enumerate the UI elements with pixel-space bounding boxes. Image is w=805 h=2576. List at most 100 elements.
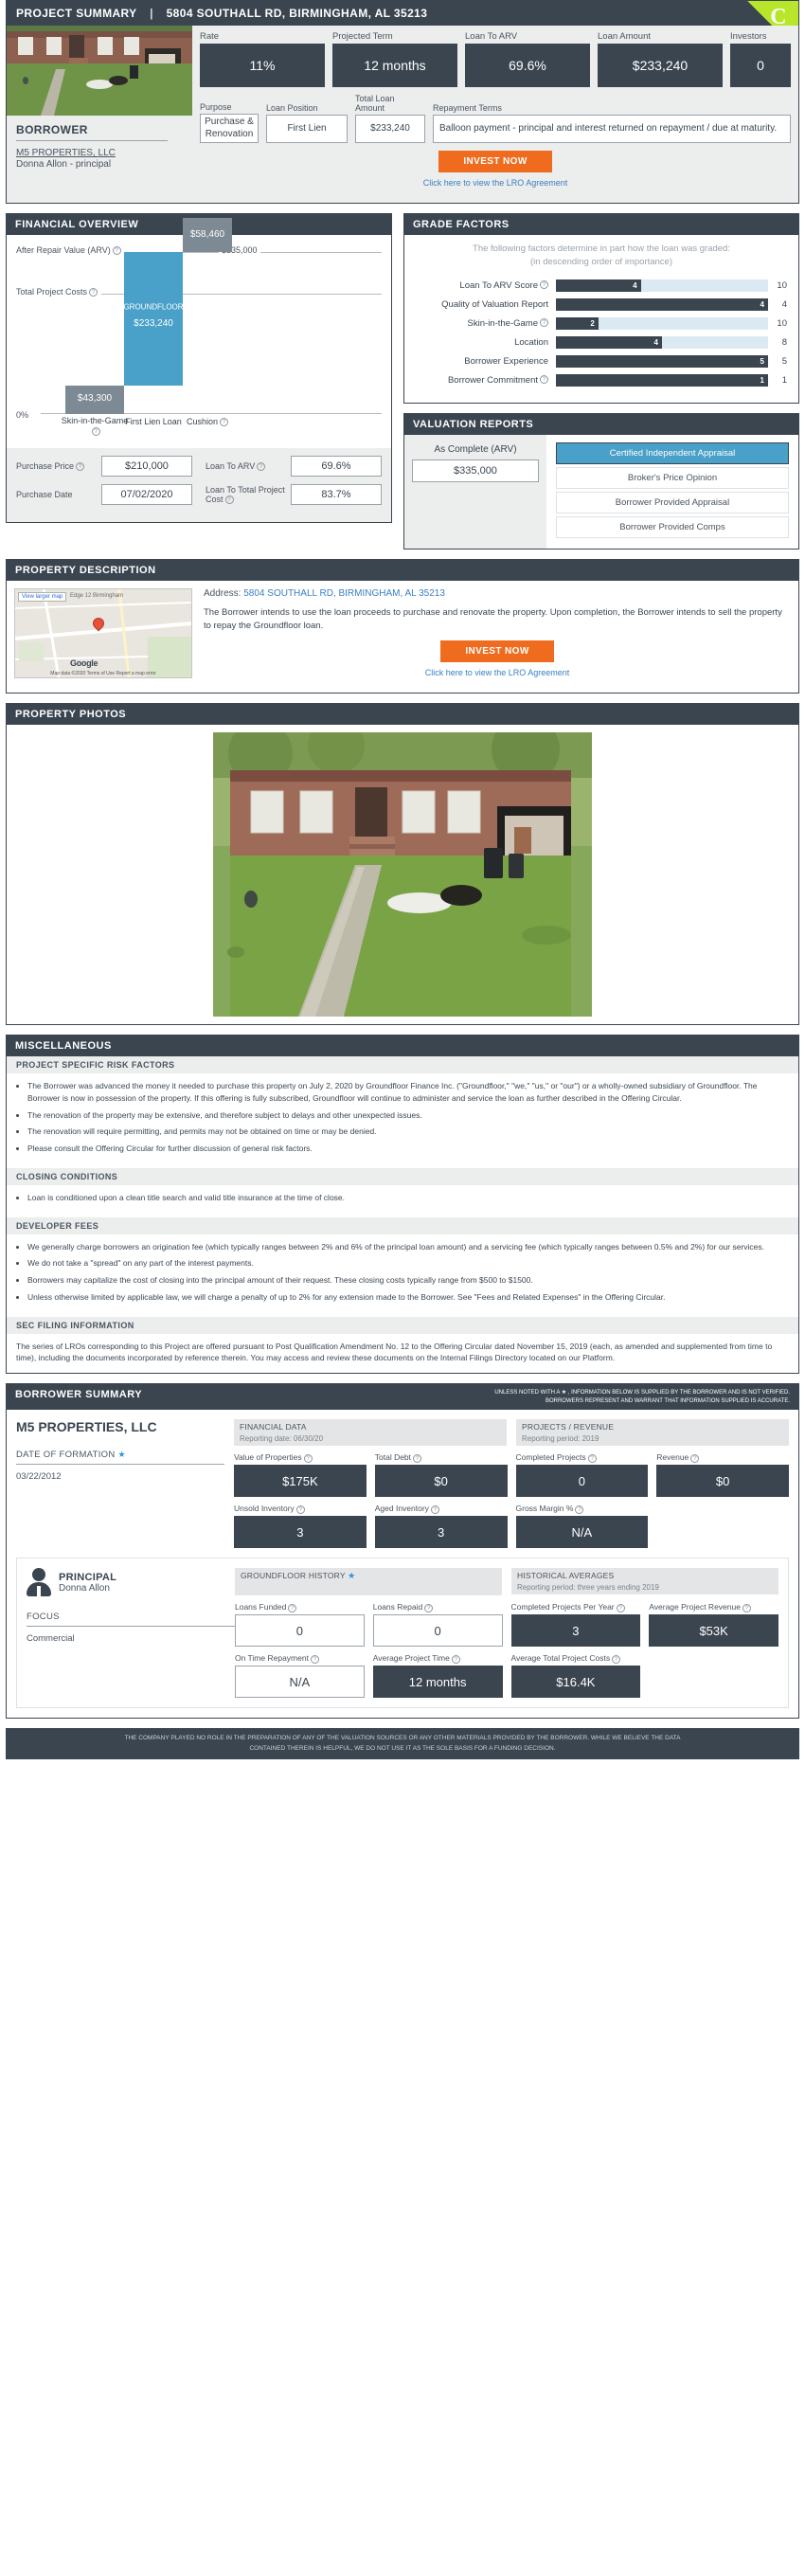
loan-to-arv-label-text: Loan To ARV <box>206 460 256 471</box>
tile-label-text: Loans Repaid <box>372 1602 423 1612</box>
tile-value: 12 months <box>372 1666 503 1699</box>
help-icon-average-project-revenue[interactable]: ? <box>742 1603 751 1612</box>
tile-label: Loans Repaid? <box>373 1602 503 1612</box>
borrower-summary-body: M5 PROPERTIES, LLC DATE OF FORMATION ★ 0… <box>7 1410 798 1558</box>
principal-metrics-block: GROUNDFLOOR HISTORY ★ HISTORICAL AVERAGE… <box>235 1568 778 1699</box>
field-purchase-date-value: 07/02/2020 <box>101 484 192 505</box>
help-icon-tpc[interactable]: ? <box>89 288 98 297</box>
focus-value: Commercial <box>27 1633 75 1645</box>
help-icon-grade-0[interactable]: ? <box>540 280 548 290</box>
location-map[interactable]: View larger map Edge 12 Birmingham Googl… <box>14 587 192 678</box>
borrower-company-block: M5 PROPERTIES, LLC DATE OF FORMATION ★ 0… <box>16 1419 234 1548</box>
list-item: We generally charge borrowers an origina… <box>27 1241 789 1253</box>
grade-bar-track: 4 <box>556 297 768 311</box>
lro-agreement-link-summary[interactable]: Click here to view the LRO Agreement <box>200 178 791 188</box>
tile-completed-projects: Completed Projects? 0 <box>515 1452 649 1498</box>
grade-row-label: Borrower Experience <box>464 355 548 367</box>
loan-to-total-cost-label-text: Loan To Total Project Cost <box>206 484 285 504</box>
groundfloor-history-sub <box>235 1584 502 1596</box>
help-icon-loan-to-arv[interactable]: ? <box>257 461 266 471</box>
tile-value: $175K <box>234 1465 367 1498</box>
help-icon-on-time-repayment[interactable]: ? <box>310 1654 319 1664</box>
help-icon-purchase-price[interactable]: ? <box>76 461 85 471</box>
help-icon-average-project-time[interactable]: ? <box>451 1654 460 1664</box>
stat-investors-label: Investors <box>730 31 767 42</box>
help-icon-completed-projects-per-year[interactable]: ? <box>616 1603 625 1612</box>
help-icon-arv[interactable]: ? <box>112 246 121 256</box>
valuation-option-borrower-provided-comps[interactable]: Borrower Provided Comps <box>556 515 789 538</box>
verified-star-icon: ★ <box>117 1450 126 1460</box>
misc-heading-project-specific-risk-factors: PROJECT SPECIFIC RISK FACTORS <box>7 1056 798 1073</box>
tpc-reference-label: Total Project Costs? <box>16 287 102 297</box>
misc-heading-closing-conditions: CLOSING CONDITIONS <box>7 1167 798 1185</box>
grade-bar-max: 10 <box>777 317 787 329</box>
property-photo-main[interactable] <box>213 715 592 1017</box>
tile-label: Value of Properties? <box>234 1452 367 1463</box>
axis-label-cushion: Cushion? <box>179 417 236 427</box>
field-purpose-label: Purpose <box>200 102 232 112</box>
property-thumbnail-photo <box>7 26 192 116</box>
help-icon-loan-to-total-cost[interactable]: ? <box>224 495 234 505</box>
valuation-option-certified-independent-appraisal[interactable]: Certified Independent Appraisal <box>556 441 789 464</box>
help-icon-gross-margin[interactable]: ? <box>575 1504 584 1514</box>
bar-skin-in-the-game-value: $43,300 <box>77 393 113 404</box>
field-purpose-value: Purchase & Renovation <box>200 114 259 143</box>
borrower-heading: BORROWER <box>16 123 88 136</box>
tile-value: N/A <box>515 1516 649 1549</box>
property-address-row: Address: 5804 SOUTHALL RD, BIRMINGHAM, A… <box>204 588 791 599</box>
title-separator: | <box>150 7 153 20</box>
field-repayment-terms-value: Balloon payment - principal and interest… <box>433 115 791 143</box>
tile-label-text: Loans Funded <box>235 1602 287 1612</box>
tile-loans-funded: Loans Funded? 0 <box>235 1602 365 1648</box>
property-address-link[interactable]: 5804 SOUTHALL RD, BIRMINGHAM, AL 35213 <box>243 588 445 599</box>
lro-agreement-link-description[interactable]: Click here to view the LRO Agreement <box>204 668 791 677</box>
help-icon-unsold-inventory[interactable]: ? <box>295 1504 305 1514</box>
help-icon-skin[interactable]: ? <box>91 427 100 437</box>
principal-info-block: PRINCIPAL Donna Allon FOCUS Commercial <box>27 1568 235 1698</box>
field-loan-to-arv-label: Loan To ARV? <box>206 461 285 471</box>
help-icon-grade-2[interactable]: ? <box>540 318 548 328</box>
grade-row-label: Borrower Commitment? <box>416 375 556 386</box>
tile-value: 0 <box>515 1465 649 1498</box>
valuation-option-brokers-price-opinion[interactable]: Broker's Price Opinion <box>556 466 789 489</box>
date-of-formation-label: DATE OF FORMATION ★ <box>16 1450 224 1460</box>
grade-bar-fill: 4 <box>556 279 641 292</box>
financial-data-heading: FINANCIAL DATA <box>234 1419 507 1435</box>
property-description-text: The Borrower intends to use the loan pro… <box>204 606 782 631</box>
help-icon-average-total-project-costs[interactable]: ? <box>612 1654 621 1664</box>
tile-total-debt: Total Debt? $0 <box>374 1452 508 1498</box>
bar-first-lien-brand: GROUNDFLOOR <box>123 302 184 312</box>
help-icon-aged-inventory[interactable]: ? <box>430 1504 439 1514</box>
field-loan-position: Loan Position First Lien <box>266 103 348 143</box>
tile-average-project-revenue: Average Project Revenue? $53K <box>649 1602 778 1648</box>
verified-star-icon: ★ <box>348 1571 356 1581</box>
bar-skin-in-the-game: $43,300 <box>65 386 124 414</box>
miscellaneous-header: MISCELLANEOUS <box>7 1036 798 1056</box>
help-icon-loans-repaid[interactable]: ? <box>424 1603 434 1612</box>
tile-label: Gross Margin %? <box>516 1504 649 1514</box>
borrower-summary-panel: BORROWER SUMMARY UNLESS NOTED WITH A ★ ,… <box>6 1383 799 1720</box>
property-address-label: Address: <box>204 587 242 599</box>
property-description-header: PROPERTY DESCRIPTION <box>7 559 798 581</box>
help-icon-value-of-properties[interactable]: ? <box>303 1453 313 1463</box>
help-icon-cushion[interactable]: ? <box>220 418 229 427</box>
borrower-metrics-block: FINANCIAL DATA Reporting date: 06/30/20 … <box>234 1419 789 1549</box>
map-road-label: Edge 12 Birmingham <box>70 592 124 599</box>
help-icon-total-debt[interactable]: ? <box>413 1453 422 1463</box>
financial-fields-right: Loan To ARV? 69.6% Loan To Total Project… <box>206 456 382 513</box>
borrower-divider <box>16 140 168 141</box>
view-larger-map-link[interactable]: View larger map <box>18 591 67 602</box>
help-icon-grade-5[interactable]: ? <box>540 375 548 385</box>
invest-now-button-description[interactable]: INVEST NOW <box>440 640 554 662</box>
help-icon-loans-funded[interactable]: ? <box>288 1603 297 1612</box>
tile-value: 3 <box>510 1614 641 1648</box>
property-photos-header: PROPERTY PHOTOS <box>7 704 798 725</box>
borrower-company-link[interactable]: M5 PROPERTIES, LLC <box>16 148 116 158</box>
grade-bar-track: 1 <box>556 373 768 387</box>
help-icon-completed-projects[interactable]: ? <box>587 1453 597 1463</box>
valuation-option-borrower-provided-appraisal[interactable]: Borrower Provided Appraisal <box>556 491 789 513</box>
help-icon-revenue[interactable]: ? <box>690 1453 700 1463</box>
invest-now-button-summary[interactable]: INVEST NOW <box>438 151 552 172</box>
principal-tiles-row-1: Loans Funded? 0 Loans Repaid? 0 Complete… <box>235 1602 778 1648</box>
tile-label-text: Value of Properties <box>234 1452 302 1463</box>
